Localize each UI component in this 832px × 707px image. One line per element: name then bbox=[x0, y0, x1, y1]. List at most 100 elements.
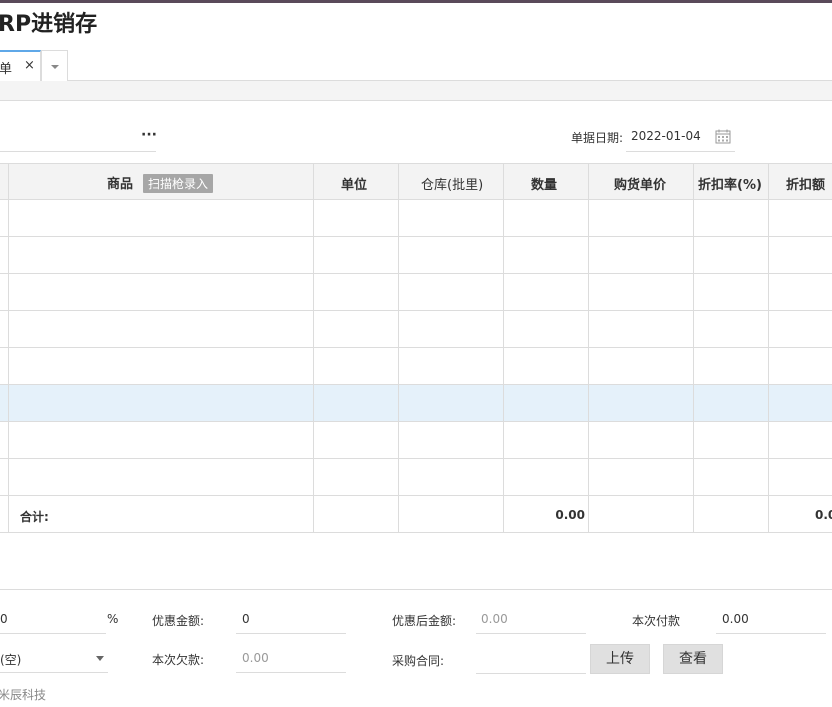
grid-cell[interactable] bbox=[504, 459, 589, 495]
grid-cell[interactable] bbox=[694, 459, 769, 495]
grid-cell[interactable] bbox=[9, 348, 314, 384]
grid-cell[interactable] bbox=[589, 237, 694, 273]
date-input[interactable]: 2022-01-04 bbox=[631, 129, 701, 143]
table-row[interactable] bbox=[0, 274, 832, 311]
grid-cell[interactable] bbox=[769, 311, 832, 347]
grid-cell[interactable] bbox=[504, 237, 589, 273]
grid-cell[interactable] bbox=[0, 459, 9, 495]
grid-cell[interactable] bbox=[9, 385, 314, 421]
discount-rate-input[interactable]: 0 bbox=[0, 612, 8, 626]
grid-cell[interactable] bbox=[314, 237, 399, 273]
grid-cell[interactable] bbox=[9, 422, 314, 458]
grid-cell[interactable] bbox=[694, 237, 769, 273]
grid-cell[interactable] bbox=[504, 274, 589, 310]
table-row[interactable] bbox=[0, 200, 832, 237]
grid-cell[interactable] bbox=[399, 311, 504, 347]
grid-cell[interactable] bbox=[314, 311, 399, 347]
table-row[interactable] bbox=[0, 422, 832, 459]
grid-cell[interactable] bbox=[589, 459, 694, 495]
grid-cell[interactable] bbox=[0, 422, 9, 458]
calendar-icon[interactable] bbox=[715, 129, 731, 144]
grid-cell[interactable] bbox=[769, 459, 832, 495]
grid-cell[interactable] bbox=[399, 200, 504, 236]
grid-cell[interactable] bbox=[769, 422, 832, 458]
grid-cell[interactable] bbox=[504, 200, 589, 236]
grid-cell[interactable] bbox=[399, 237, 504, 273]
table-row[interactable] bbox=[0, 459, 832, 496]
grid-cell[interactable] bbox=[0, 200, 9, 236]
table-row[interactable] bbox=[0, 311, 832, 348]
supplier-more-button[interactable]: ··· bbox=[141, 127, 157, 143]
table-row[interactable] bbox=[0, 348, 832, 385]
grid-cell[interactable] bbox=[314, 274, 399, 310]
grid-cell[interactable] bbox=[589, 311, 694, 347]
grid-cell[interactable] bbox=[769, 200, 832, 236]
discount-amount-label: 优惠金额: bbox=[152, 614, 205, 628]
discount-amount-input[interactable]: 0 bbox=[242, 612, 250, 626]
after-discount-input[interactable]: 0.00 bbox=[481, 612, 508, 626]
table-row[interactable] bbox=[0, 237, 832, 274]
upload-button[interactable]: 上传 bbox=[590, 644, 650, 674]
grid-cell[interactable] bbox=[694, 422, 769, 458]
grid-cell[interactable] bbox=[314, 459, 399, 495]
supplier-input[interactable] bbox=[0, 151, 156, 152]
view-button[interactable]: 查看 bbox=[663, 644, 723, 674]
grid-cell[interactable] bbox=[504, 385, 589, 421]
grid-cell[interactable] bbox=[399, 348, 504, 384]
grid-cell[interactable] bbox=[9, 200, 314, 236]
grid-cell[interactable] bbox=[589, 348, 694, 384]
grid-cell[interactable] bbox=[589, 274, 694, 310]
grid-cell[interactable] bbox=[0, 385, 9, 421]
tab-more-button[interactable] bbox=[41, 50, 68, 81]
grid-cell[interactable] bbox=[589, 385, 694, 421]
grid-cell[interactable] bbox=[0, 496, 9, 532]
grid-cell[interactable] bbox=[694, 348, 769, 384]
payment-input[interactable]: 0.00 bbox=[722, 612, 749, 626]
grid-cell[interactable] bbox=[314, 385, 399, 421]
grid-cell[interactable] bbox=[399, 496, 504, 532]
grid-cell[interactable] bbox=[0, 348, 9, 384]
close-icon[interactable]: × bbox=[24, 58, 35, 73]
grid-cell[interactable] bbox=[314, 200, 399, 236]
grid-cell[interactable] bbox=[769, 237, 832, 273]
chevron-down-icon[interactable] bbox=[96, 656, 104, 661]
grid-cell[interactable] bbox=[399, 385, 504, 421]
grid-cell[interactable] bbox=[694, 385, 769, 421]
grid-cell[interactable] bbox=[504, 311, 589, 347]
grid-cell[interactable] bbox=[9, 237, 314, 273]
grid-cell[interactable] bbox=[589, 200, 694, 236]
grid-cell[interactable] bbox=[0, 237, 9, 273]
debt-input[interactable]: 0.00 bbox=[242, 651, 269, 665]
grid-cell[interactable] bbox=[769, 348, 832, 384]
grid-cell[interactable] bbox=[589, 422, 694, 458]
grid-cell[interactable] bbox=[399, 274, 504, 310]
grid-cell[interactable] bbox=[9, 311, 314, 347]
date-label: 单据日期: bbox=[571, 131, 624, 145]
tab-purchase-order[interactable]: 单 × bbox=[0, 50, 41, 81]
grid-cell[interactable] bbox=[769, 274, 832, 310]
account-select[interactable]: (空) bbox=[0, 651, 21, 668]
contract-input[interactable] bbox=[476, 673, 586, 674]
grid-cell[interactable] bbox=[399, 422, 504, 458]
table-row[interactable] bbox=[0, 385, 832, 422]
grid-cell[interactable] bbox=[694, 496, 769, 532]
grid-cell[interactable] bbox=[504, 348, 589, 384]
grid-cell[interactable] bbox=[9, 459, 314, 495]
grid-cell[interactable] bbox=[314, 348, 399, 384]
grid-cell[interactable] bbox=[769, 385, 832, 421]
grid-cell[interactable] bbox=[0, 274, 9, 310]
grid-cell[interactable]: 0.00 bbox=[504, 496, 589, 532]
scan-entry-button[interactable]: 扫描枪录入 bbox=[143, 174, 214, 193]
grid-cell[interactable] bbox=[399, 459, 504, 495]
grid-cell[interactable] bbox=[504, 422, 589, 458]
grid-cell[interactable] bbox=[314, 422, 399, 458]
grid-cell[interactable] bbox=[694, 200, 769, 236]
grid-cell[interactable] bbox=[9, 274, 314, 310]
grid-cell[interactable] bbox=[314, 496, 399, 532]
grid-cell[interactable] bbox=[589, 496, 694, 532]
grid-cell[interactable] bbox=[694, 311, 769, 347]
grid-cell[interactable]: 合计: bbox=[9, 496, 314, 532]
grid-cell[interactable]: 0.0 bbox=[769, 496, 832, 532]
grid-cell[interactable] bbox=[694, 274, 769, 310]
grid-cell[interactable] bbox=[0, 311, 9, 347]
